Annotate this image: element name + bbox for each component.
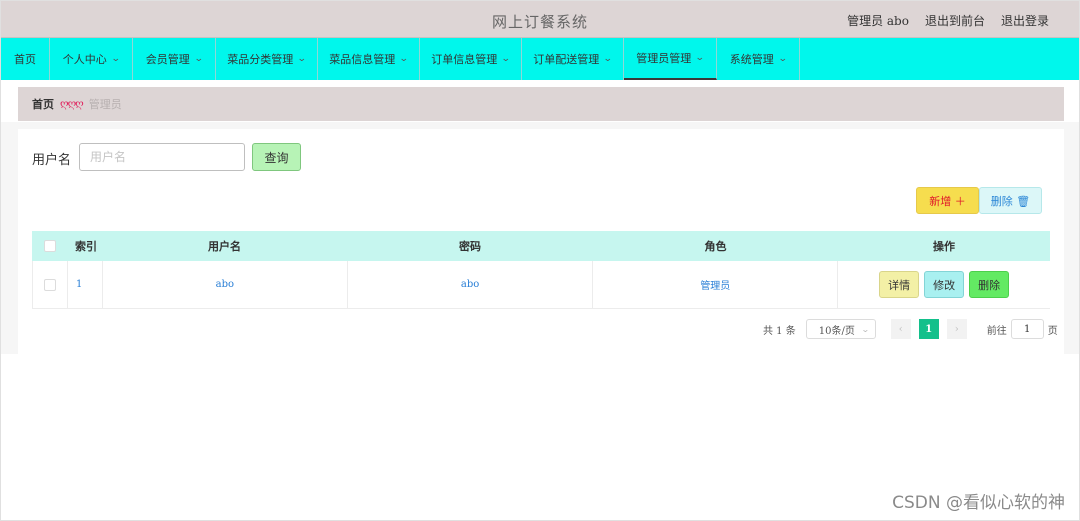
query-button[interactable]: 查询 [252,143,301,171]
row-select-cell [33,261,68,308]
row-username: abo [103,261,348,308]
nav-item-order-delivery[interactable]: 订单配送管理 ⌄ [522,38,624,80]
nav-item-order-info[interactable]: 订单信息管理 ⌄ [420,38,522,80]
chevron-down-icon: ⌄ [603,54,613,64]
breadcrumb-separator: ღღღ [60,98,84,110]
nav-item-label: 菜品信息管理 [329,53,396,66]
nav-item-label: 订单信息管理 [431,53,498,66]
nav-item-label: 管理员管理 [636,52,692,65]
nav-item-dish-info[interactable]: 菜品信息管理 ⌄ [318,38,420,80]
next-page-button[interactable]: › [946,319,967,339]
current-page-number[interactable]: 1 [918,319,939,339]
chevron-down-icon: ⌄ [777,54,788,64]
breadcrumb-current: 管理员 [88,98,122,111]
select-all-checkbox[interactable] [43,240,56,252]
nav-item-label: 首页 [14,53,36,66]
nav-item-system-management[interactable]: 系统管理 ⌄ [717,38,800,80]
table-header: 索引 用户名 密码 角色 操作 [32,231,1050,261]
main-nav: 首页 个人中心 ⌄ 会员管理 ⌄ 菜品分类管理 ⌄ 菜品信息管理 ⌄ 订单信息管… [1,38,1079,80]
delete-button[interactable]: 删除 [969,271,1010,298]
select-all-cell [32,231,67,261]
detail-button[interactable]: 详情 [879,271,920,298]
nav-item-home[interactable]: 首页 [1,38,50,80]
breadcrumb-home[interactable]: 首页 [32,96,54,112]
nav-item-member-management[interactable]: 会员管理 ⌄ [133,38,216,80]
pagination-total: 共 1 条 [763,325,796,337]
logout-link[interactable]: 退出登录 [1001,12,1049,29]
column-header-role: 角色 [704,240,727,253]
column-header-password: 密码 [459,240,481,253]
nav-item-dish-category[interactable]: 菜品分类管理 ⌄ [216,38,318,80]
breadcrumb: 首页 ღღღ 管理员 [18,87,1064,121]
chevron-down-icon: ⌄ [297,54,307,64]
watermark: CSDN @看似心软的神 [892,493,1065,513]
page-suffix-label: 页 [1047,325,1058,337]
batch-delete-button[interactable]: 删除 🗑 [979,187,1042,214]
table-row: 1 abo abo 管理员 详情 修改 删除 [32,261,1050,309]
nav-item-personal-center[interactable]: 个人中心 ⌄ [50,38,133,80]
row-checkbox[interactable] [43,278,56,291]
row-index: 1 [68,261,103,308]
goto-page-input[interactable] [1010,319,1044,339]
chevron-down-icon: ⌄ [501,54,511,64]
goto-label: 前往 [986,325,1007,337]
chevron-down-icon: ⌄ [695,53,705,63]
search-label: 用户名 [32,153,72,168]
row-actions: 详情 修改 删除 [838,261,1050,308]
column-header-actions: 操作 [933,240,955,253]
back-to-front-link[interactable]: 退出到前台 [925,12,985,29]
row-password: abo [348,261,594,308]
prev-page-button[interactable]: ‹ [890,319,911,339]
nav-item-admin-management[interactable]: 管理员管理 ⌄ [624,38,717,80]
current-user-label: 管理员 abo [847,14,909,28]
main-panel: 用户名 查询 新增 ＋ 删除 🗑 索引 用户名 密码 角色 操作 1 abo a… [18,129,1064,354]
page-size-select[interactable]: 10条/页 ⌄ [805,319,876,339]
top-header: 网上订餐系统 管理员 abo 退出到前台 退出登录 [1,1,1079,38]
nav-item-label: 系统管理 [729,53,774,66]
chevron-down-icon: ⌄ [861,324,870,334]
nav-item-label: 个人中心 [62,53,107,66]
row-role: 管理员 [593,261,839,308]
pagination: 共 1 条 10条/页 ⌄ ‹ 1 › 前往 页 [763,319,1058,339]
column-header-index: 索引 [75,240,97,253]
add-button[interactable]: 新增 ＋ [916,187,979,214]
chevron-down-icon: ⌄ [399,54,409,64]
admin-table: 索引 用户名 密码 角色 操作 1 abo abo 管理员 详情 修改 删除 [32,231,1050,309]
username-search-input[interactable] [79,143,245,171]
chevron-down-icon: ⌄ [110,54,121,64]
column-header-username: 用户名 [208,240,241,253]
edit-button[interactable]: 修改 [924,271,965,298]
nav-item-label: 订单配送管理 [533,53,600,66]
nav-item-label: 会员管理 [145,53,190,66]
header-actions: 管理员 abo 退出到前台 退出登录 [847,12,1049,29]
chevron-down-icon: ⌄ [193,54,204,64]
nav-item-label: 菜品分类管理 [227,53,294,66]
page-size-value: 10条/页 [818,325,855,337]
